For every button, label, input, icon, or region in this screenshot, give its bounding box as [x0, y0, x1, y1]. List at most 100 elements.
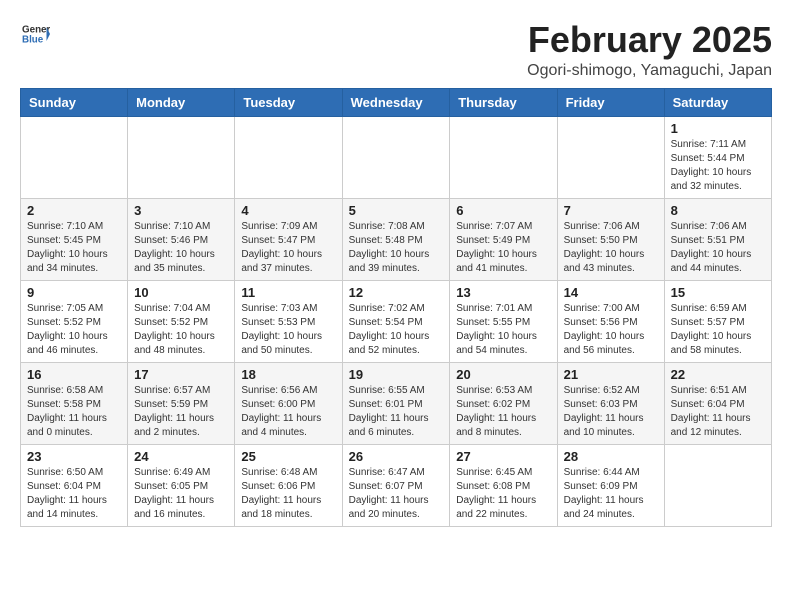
- calendar-cell: [664, 444, 771, 526]
- day-info: Sunrise: 7:10 AM Sunset: 5:45 PM Dayligh…: [27, 220, 121, 276]
- weekday-header-wednesday: Wednesday: [342, 88, 450, 116]
- day-info: Sunrise: 7:00 AM Sunset: 5:56 PM Dayligh…: [564, 302, 658, 358]
- calendar-week-row: 9 Sunrise: 7:05 AM Sunset: 5:52 PM Daylig…: [21, 280, 772, 362]
- day-info: Sunrise: 7:01 AM Sunset: 5:55 PM Dayligh…: [456, 302, 550, 358]
- day-info: Sunrise: 6:57 AM Sunset: 5:59 PM Dayligh…: [134, 384, 228, 440]
- day-number: 1: [671, 121, 765, 136]
- calendar-cell: 27Sunrise: 6:45 AM Sunset: 6:08 PM Dayli…: [450, 444, 557, 526]
- day-info: Sunrise: 6:58 AM Sunset: 5:58 PM Dayligh…: [27, 384, 121, 440]
- calendar-table: SundayMondayTuesdayWednesdayThursdayFrid…: [20, 88, 772, 527]
- calendar-cell: 16 Sunrise: 6:58 AM Sunset: 5:58 PM Dayli…: [21, 362, 128, 444]
- day-number: 8: [671, 203, 765, 218]
- day-info: Sunrise: 6:59 AM Sunset: 5:57 PM Dayligh…: [671, 302, 765, 358]
- day-number: 4: [241, 203, 335, 218]
- day-info: Sunrise: 6:53 AM Sunset: 6:02 PM Dayligh…: [456, 384, 550, 440]
- day-info: Sunrise: 7:06 AM Sunset: 5:50 PM Dayligh…: [564, 220, 658, 276]
- day-number: 18: [241, 367, 335, 382]
- calendar-cell: 23Sunrise: 6:50 AM Sunset: 6:04 PM Dayli…: [21, 444, 128, 526]
- weekday-header-tuesday: Tuesday: [235, 88, 342, 116]
- day-number: 22: [671, 367, 765, 382]
- calendar-cell: 3 Sunrise: 7:10 AM Sunset: 5:46 PM Daylig…: [128, 198, 235, 280]
- logo-icon: General Blue: [22, 20, 50, 48]
- day-number: 2: [27, 203, 121, 218]
- day-info: Sunrise: 7:06 AM Sunset: 5:51 PM Dayligh…: [671, 220, 765, 276]
- calendar-cell: 26 Sunrise: 6:47 AM Sunset: 6:07 PM Dayli…: [342, 444, 450, 526]
- day-info: Sunrise: 7:10 AM Sunset: 5:46 PM Dayligh…: [134, 220, 228, 276]
- day-info: Sunrise: 6:47 AM Sunset: 6:07 PM Dayligh…: [349, 466, 444, 522]
- calendar-cell: 21 Sunrise: 6:52 AM Sunset: 6:03 PM Dayli…: [557, 362, 664, 444]
- day-number: 27: [456, 449, 550, 464]
- day-info: Sunrise: 6:55 AM Sunset: 6:01 PM Dayligh…: [349, 384, 444, 440]
- day-number: 15: [671, 285, 765, 300]
- calendar-cell: [235, 116, 342, 198]
- calendar-cell: 22 Sunrise: 6:51 AM Sunset: 6:04 PM Dayli…: [664, 362, 771, 444]
- calendar-cell: 10Sunrise: 7:04 AM Sunset: 5:52 PM Dayli…: [128, 280, 235, 362]
- day-number: 12: [349, 285, 444, 300]
- weekday-header-monday: Monday: [128, 88, 235, 116]
- calendar-cell: 18Sunrise: 6:56 AM Sunset: 6:00 PM Dayli…: [235, 362, 342, 444]
- day-number: 17: [134, 367, 228, 382]
- weekday-header-saturday: Saturday: [664, 88, 771, 116]
- month-title: February 2025: [527, 20, 772, 60]
- calendar-cell: 19 Sunrise: 6:55 AM Sunset: 6:01 PM Dayli…: [342, 362, 450, 444]
- logo-area: General Blue: [20, 20, 50, 53]
- calendar-cell: 9 Sunrise: 7:05 AM Sunset: 5:52 PM Daylig…: [21, 280, 128, 362]
- day-info: Sunrise: 7:05 AM Sunset: 5:52 PM Dayligh…: [27, 302, 121, 358]
- day-info: Sunrise: 7:08 AM Sunset: 5:48 PM Dayligh…: [349, 220, 444, 276]
- calendar-cell: 11Sunrise: 7:03 AM Sunset: 5:53 PM Dayli…: [235, 280, 342, 362]
- day-info: Sunrise: 7:07 AM Sunset: 5:49 PM Dayligh…: [456, 220, 550, 276]
- calendar-cell: 2 Sunrise: 7:10 AM Sunset: 5:45 PM Daylig…: [21, 198, 128, 280]
- day-info: Sunrise: 6:48 AM Sunset: 6:06 PM Dayligh…: [241, 466, 335, 522]
- calendar-cell: 20 Sunrise: 6:53 AM Sunset: 6:02 PM Dayli…: [450, 362, 557, 444]
- day-info: Sunrise: 7:02 AM Sunset: 5:54 PM Dayligh…: [349, 302, 444, 358]
- calendar-cell: 17 Sunrise: 6:57 AM Sunset: 5:59 PM Dayli…: [128, 362, 235, 444]
- day-number: 16: [27, 367, 121, 382]
- calendar-cell: [450, 116, 557, 198]
- location-title: Ogori-shimogo, Yamaguchi, Japan: [527, 62, 772, 80]
- calendar-cell: 13 Sunrise: 7:01 AM Sunset: 5:55 PM Dayli…: [450, 280, 557, 362]
- calendar-cell: [557, 116, 664, 198]
- calendar-cell: 8 Sunrise: 7:06 AM Sunset: 5:51 PM Daylig…: [664, 198, 771, 280]
- logo: General Blue: [20, 20, 50, 53]
- day-info: Sunrise: 7:09 AM Sunset: 5:47 PM Dayligh…: [241, 220, 335, 276]
- day-number: 11: [241, 285, 335, 300]
- day-number: 21: [564, 367, 658, 382]
- day-info: Sunrise: 6:44 AM Sunset: 6:09 PM Dayligh…: [564, 466, 658, 522]
- calendar-cell: [342, 116, 450, 198]
- title-area: February 2025 Ogori-shimogo, Yamaguchi, …: [527, 20, 772, 80]
- calendar-cell: 28 Sunrise: 6:44 AM Sunset: 6:09 PM Dayli…: [557, 444, 664, 526]
- calendar-week-row: 1Sunrise: 7:11 AM Sunset: 5:44 PM Daylig…: [21, 116, 772, 198]
- calendar-week-row: 23Sunrise: 6:50 AM Sunset: 6:04 PM Dayli…: [21, 444, 772, 526]
- day-info: Sunrise: 6:51 AM Sunset: 6:04 PM Dayligh…: [671, 384, 765, 440]
- day-number: 13: [456, 285, 550, 300]
- calendar-cell: 7Sunrise: 7:06 AM Sunset: 5:50 PM Daylig…: [557, 198, 664, 280]
- calendar-cell: 1Sunrise: 7:11 AM Sunset: 5:44 PM Daylig…: [664, 116, 771, 198]
- calendar-cell: 5 Sunrise: 7:08 AM Sunset: 5:48 PM Daylig…: [342, 198, 450, 280]
- day-number: 3: [134, 203, 228, 218]
- calendar-cell: 6Sunrise: 7:07 AM Sunset: 5:49 PM Daylig…: [450, 198, 557, 280]
- day-number: 9: [27, 285, 121, 300]
- day-number: 5: [349, 203, 444, 218]
- day-number: 19: [349, 367, 444, 382]
- day-number: 25: [241, 449, 335, 464]
- day-info: Sunrise: 7:04 AM Sunset: 5:52 PM Dayligh…: [134, 302, 228, 358]
- calendar-cell: 4 Sunrise: 7:09 AM Sunset: 5:47 PM Daylig…: [235, 198, 342, 280]
- calendar-cell: 14 Sunrise: 7:00 AM Sunset: 5:56 PM Dayli…: [557, 280, 664, 362]
- calendar-cell: [128, 116, 235, 198]
- day-number: 28: [564, 449, 658, 464]
- weekday-header-friday: Friday: [557, 88, 664, 116]
- day-info: Sunrise: 6:52 AM Sunset: 6:03 PM Dayligh…: [564, 384, 658, 440]
- calendar-cell: [21, 116, 128, 198]
- day-info: Sunrise: 6:49 AM Sunset: 6:05 PM Dayligh…: [134, 466, 228, 522]
- day-number: 14: [564, 285, 658, 300]
- day-number: 24: [134, 449, 228, 464]
- day-number: 26: [349, 449, 444, 464]
- day-number: 23: [27, 449, 121, 464]
- day-number: 20: [456, 367, 550, 382]
- weekday-header-sunday: Sunday: [21, 88, 128, 116]
- calendar-header-row: SundayMondayTuesdayWednesdayThursdayFrid…: [21, 88, 772, 116]
- calendar-week-row: 2 Sunrise: 7:10 AM Sunset: 5:45 PM Daylig…: [21, 198, 772, 280]
- svg-text:Blue: Blue: [22, 34, 44, 45]
- weekday-header-thursday: Thursday: [450, 88, 557, 116]
- calendar-cell: 12 Sunrise: 7:02 AM Sunset: 5:54 PM Dayli…: [342, 280, 450, 362]
